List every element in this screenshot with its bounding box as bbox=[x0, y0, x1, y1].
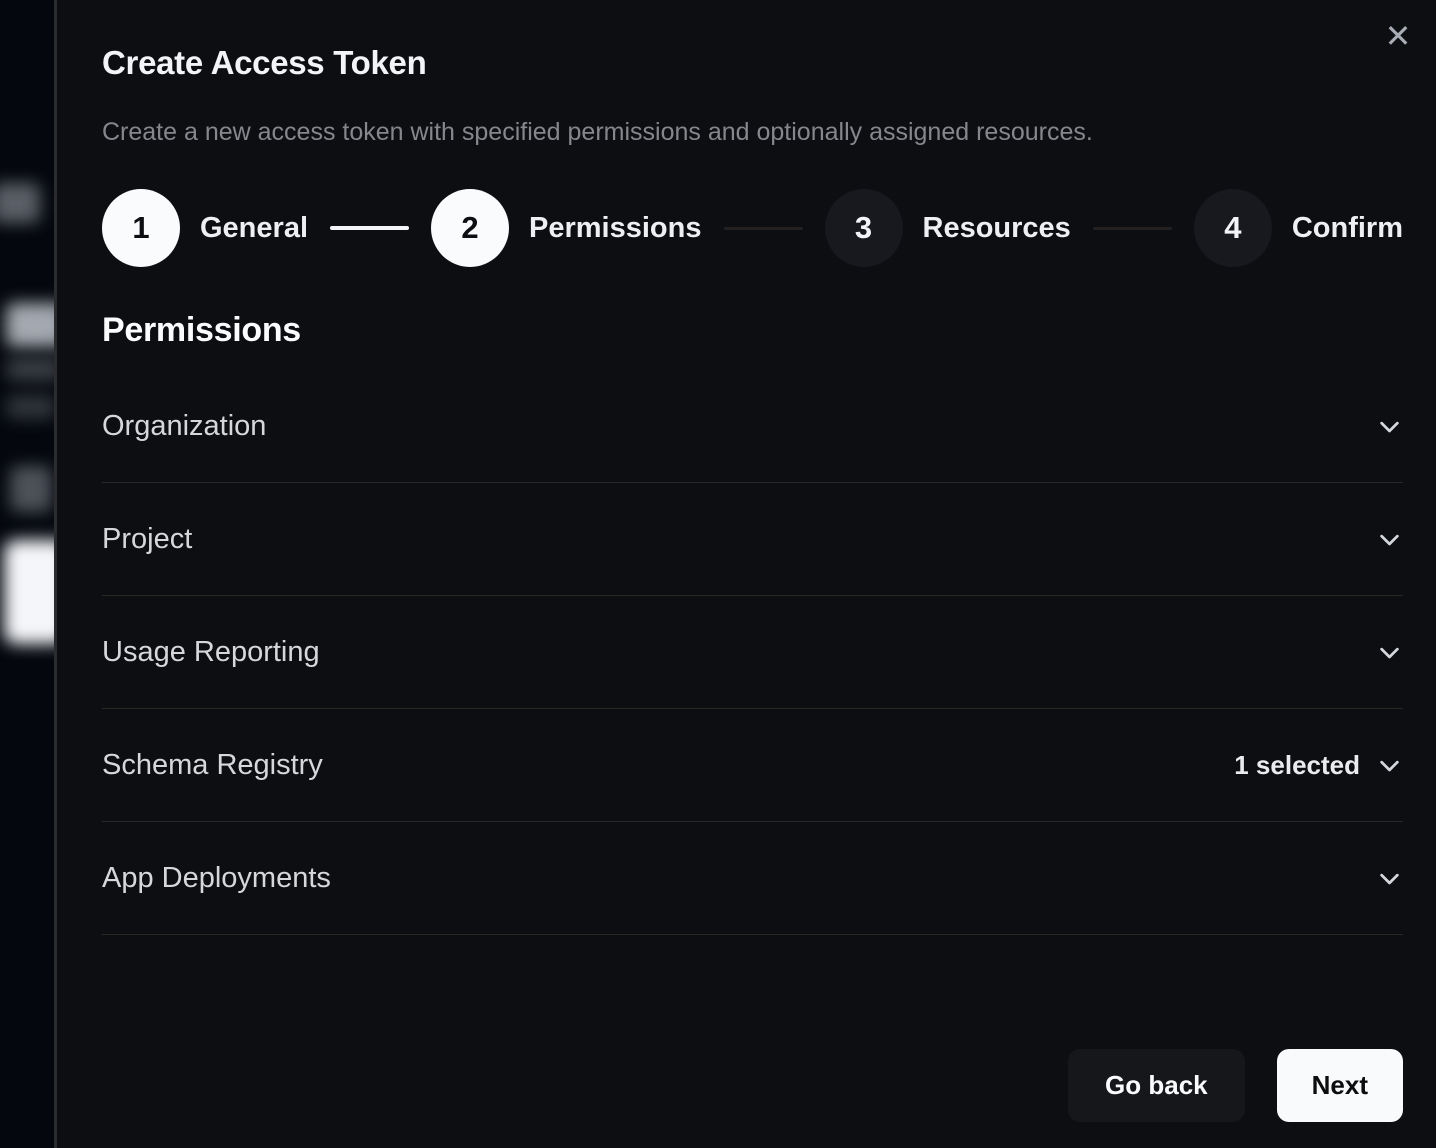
create-access-token-modal: ✕ Create Access Token Create a new acces… bbox=[57, 0, 1436, 1148]
step-number-badge: 4 bbox=[1194, 189, 1272, 267]
chevron-down-icon bbox=[1376, 865, 1403, 892]
stepper: 1 General 2 Permissions 3 Resources 4 Co… bbox=[102, 189, 1403, 267]
modal-subtitle: Create a new access token with specified… bbox=[102, 118, 1403, 147]
step-label: Permissions bbox=[529, 212, 701, 245]
step-permissions[interactable]: 2 Permissions bbox=[431, 189, 701, 267]
accordion-label: Organization bbox=[102, 410, 266, 443]
background-blur-shape bbox=[6, 395, 56, 419]
step-general[interactable]: 1 General bbox=[102, 189, 308, 267]
modal-title: Create Access Token bbox=[102, 44, 1403, 82]
section-heading-permissions: Permissions bbox=[102, 311, 1403, 350]
accordion-label: Schema Registry bbox=[102, 749, 323, 782]
background-page bbox=[0, 0, 57, 1148]
background-blur-shape bbox=[10, 466, 52, 512]
accordion-label: App Deployments bbox=[102, 862, 331, 895]
step-resources[interactable]: 3 Resources bbox=[825, 189, 1071, 267]
step-connector bbox=[1093, 227, 1172, 230]
chevron-down-icon bbox=[1376, 526, 1403, 553]
accordion-label: Usage Reporting bbox=[102, 636, 320, 669]
accordion-row-schema-registry[interactable]: Schema Registry 1 selected bbox=[102, 709, 1403, 822]
accordion-row-project[interactable]: Project bbox=[102, 483, 1403, 596]
step-connector bbox=[724, 227, 803, 230]
background-blur-shape bbox=[6, 357, 57, 381]
next-button[interactable]: Next bbox=[1277, 1049, 1403, 1122]
selection-count-badge: 1 selected bbox=[1234, 750, 1360, 781]
accordion-row-usage-reporting[interactable]: Usage Reporting bbox=[102, 596, 1403, 709]
background-blur-shape bbox=[0, 183, 40, 223]
background-blur-shape bbox=[4, 540, 57, 644]
accordion-row-app-deployments[interactable]: App Deployments bbox=[102, 822, 1403, 935]
go-back-button[interactable]: Go back bbox=[1068, 1049, 1245, 1122]
step-number-badge: 1 bbox=[102, 189, 180, 267]
chevron-down-icon bbox=[1376, 413, 1403, 440]
step-confirm[interactable]: 4 Confirm bbox=[1194, 189, 1403, 267]
close-icon[interactable]: ✕ bbox=[1380, 18, 1416, 54]
chevron-down-icon bbox=[1376, 752, 1403, 779]
step-connector bbox=[330, 226, 409, 230]
step-number-badge: 2 bbox=[431, 189, 509, 267]
step-label: General bbox=[200, 212, 308, 245]
modal-footer: Go back Next bbox=[1068, 1049, 1403, 1122]
accordion-label: Project bbox=[102, 523, 192, 556]
background-blur-shape bbox=[6, 303, 57, 347]
accordion-row-organization[interactable]: Organization bbox=[102, 370, 1403, 483]
step-label: Resources bbox=[923, 212, 1071, 245]
step-number-badge: 3 bbox=[825, 189, 903, 267]
chevron-down-icon bbox=[1376, 639, 1403, 666]
permissions-accordion: Organization Project Usage Reporting Sch… bbox=[102, 370, 1403, 935]
step-label: Confirm bbox=[1292, 212, 1403, 245]
